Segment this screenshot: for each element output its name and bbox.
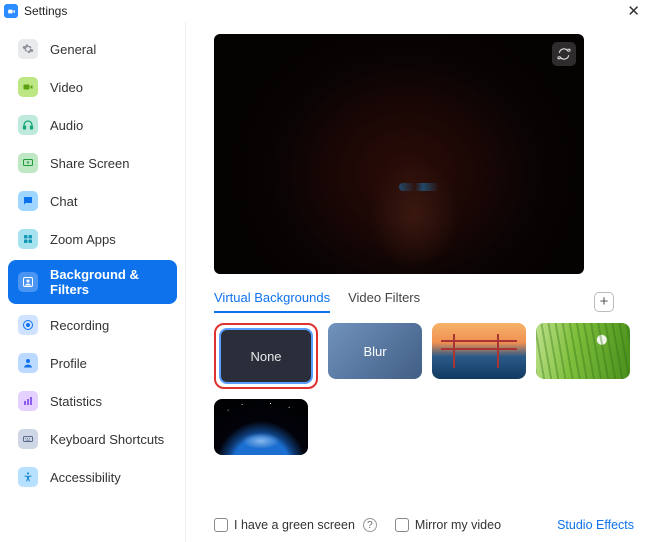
sidebar-item-zoom-apps[interactable]: Zoom Apps — [8, 222, 177, 256]
close-icon[interactable]: ✕ — [623, 2, 644, 20]
tabs: Virtual Backgrounds Video Filters — [214, 290, 420, 313]
thumb-grass[interactable] — [536, 323, 630, 379]
window-title: Settings — [24, 4, 67, 18]
sidebar-item-accessibility[interactable]: Accessibility — [8, 460, 177, 494]
sidebar-item-label: Profile — [50, 356, 87, 371]
sidebar-item-label: Chat — [50, 194, 77, 209]
thumb-earth[interactable] — [214, 399, 308, 455]
checkbox-icon — [214, 518, 228, 532]
sidebar-item-label: Accessibility — [50, 470, 121, 485]
mirror-label: Mirror my video — [415, 518, 501, 532]
footer: I have a green screen ? Mirror my video … — [214, 518, 634, 532]
sidebar: General Video Audio Share Screen Chat — [0, 22, 186, 542]
sidebar-item-video[interactable]: Video — [8, 70, 177, 104]
thumb-blur-label: Blur — [363, 344, 386, 359]
sidebar-item-label: General — [50, 42, 96, 57]
apps-icon — [18, 229, 38, 249]
content: General Video Audio Share Screen Chat — [0, 22, 652, 542]
thumb-none-selected[interactable]: None — [214, 323, 318, 389]
mirror-video-checkbox[interactable]: Mirror my video — [395, 518, 501, 532]
sidebar-item-background-filters[interactable]: Background & Filters — [8, 260, 177, 304]
sidebar-item-statistics[interactable]: Statistics — [8, 384, 177, 418]
background-thumbnails: None Blur — [214, 323, 634, 455]
share-screen-icon — [18, 153, 38, 173]
help-icon[interactable]: ? — [363, 518, 377, 532]
gear-icon — [18, 39, 38, 59]
sidebar-item-label: Video — [50, 80, 83, 95]
main-panel: Virtual Backgrounds Video Filters + None… — [186, 22, 652, 542]
sidebar-item-keyboard-shortcuts[interactable]: Keyboard Shortcuts — [8, 422, 177, 456]
sidebar-item-chat[interactable]: Chat — [8, 184, 177, 218]
profile-icon — [18, 353, 38, 373]
sidebar-item-label: Recording — [50, 318, 109, 333]
user-square-icon — [18, 272, 38, 292]
statistics-icon — [18, 391, 38, 411]
rotate-camera-button[interactable] — [552, 42, 576, 66]
checkbox-icon — [395, 518, 409, 532]
titlebar: Settings ✕ — [0, 0, 652, 22]
sidebar-item-label: Zoom Apps — [50, 232, 116, 247]
sidebar-item-share-screen[interactable]: Share Screen — [8, 146, 177, 180]
zoom-app-icon — [4, 4, 18, 18]
sidebar-item-label: Keyboard Shortcuts — [50, 432, 164, 447]
add-background-button[interactable]: + — [594, 292, 614, 312]
video-icon — [18, 77, 38, 97]
record-icon — [18, 315, 38, 335]
thumb-golden-gate[interactable] — [432, 323, 526, 379]
accessibility-icon — [18, 467, 38, 487]
sidebar-item-recording[interactable]: Recording — [8, 308, 177, 342]
footer-left: I have a green screen ? Mirror my video — [214, 518, 501, 532]
keyboard-icon — [18, 429, 38, 449]
studio-effects-link[interactable]: Studio Effects — [557, 518, 634, 532]
thumb-blur[interactable]: Blur — [328, 323, 422, 379]
green-screen-label: I have a green screen — [234, 518, 355, 532]
titlebar-left: Settings — [4, 4, 67, 18]
sidebar-item-profile[interactable]: Profile — [8, 346, 177, 380]
sidebar-item-label: Share Screen — [50, 156, 130, 171]
headphones-icon — [18, 115, 38, 135]
tab-video-filters[interactable]: Video Filters — [348, 290, 420, 313]
thumb-none-label: None — [219, 328, 313, 384]
video-preview — [214, 34, 584, 274]
tab-virtual-backgrounds[interactable]: Virtual Backgrounds — [214, 290, 330, 313]
chat-icon — [18, 191, 38, 211]
green-screen-checkbox[interactable]: I have a green screen ? — [214, 518, 377, 532]
sidebar-item-label: Audio — [50, 118, 83, 133]
sidebar-item-label: Background & Filters — [50, 267, 167, 297]
sidebar-item-audio[interactable]: Audio — [8, 108, 177, 142]
sidebar-item-label: Statistics — [50, 394, 102, 409]
sidebar-item-general[interactable]: General — [8, 32, 177, 66]
tabs-row: Virtual Backgrounds Video Filters + — [214, 290, 614, 313]
